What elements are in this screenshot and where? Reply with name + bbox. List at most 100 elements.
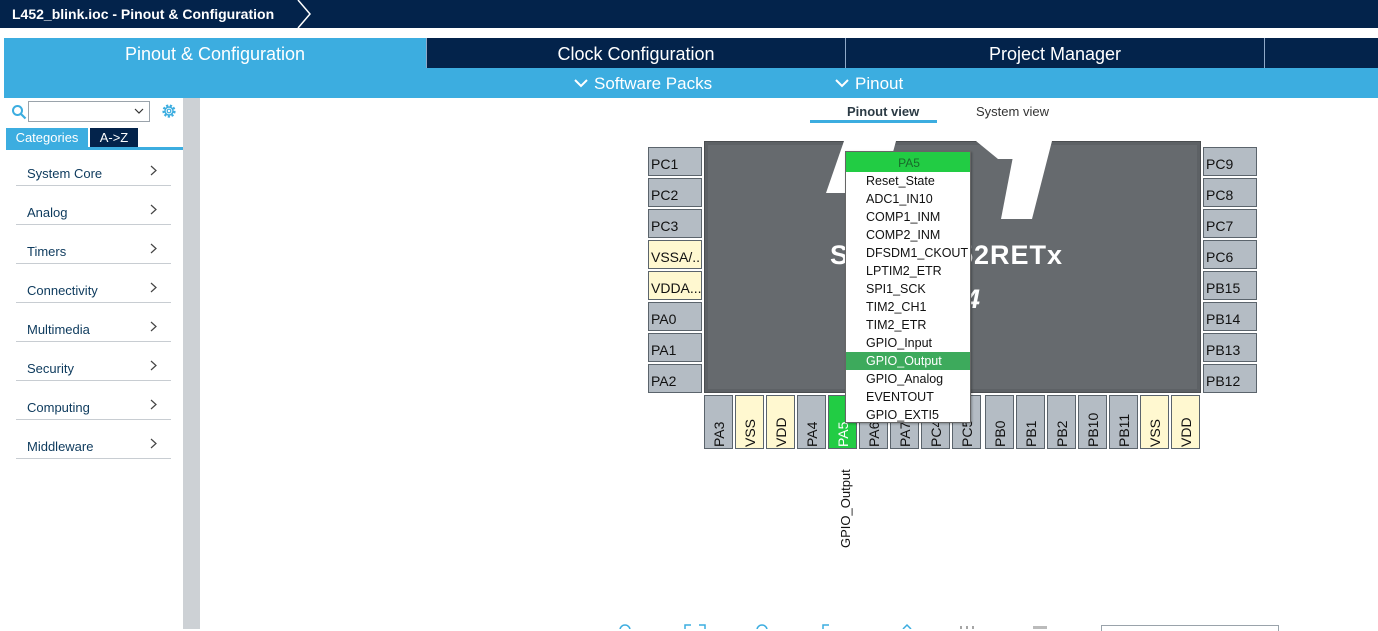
breadcrumb-chevron-icon bbox=[297, 0, 311, 28]
pin-label: VSS bbox=[1147, 418, 1163, 447]
tab-pinout-view[interactable]: Pinout view bbox=[847, 104, 919, 119]
tab-system-view[interactable]: System view bbox=[976, 104, 1049, 119]
pin-pc9[interactable]: PC9 bbox=[1203, 147, 1257, 176]
pin-pc3[interactable]: PC3 bbox=[648, 209, 702, 238]
pin-pa0[interactable]: PA0 bbox=[648, 302, 702, 331]
menu-header: PA5 bbox=[846, 152, 970, 172]
sub-toolbar: Software Packs Pinout bbox=[4, 68, 1378, 98]
category-multimedia[interactable]: Multimedia bbox=[16, 309, 171, 342]
zoom-in-icon[interactable] bbox=[619, 624, 631, 629]
fit-icon[interactable] bbox=[684, 624, 706, 629]
pin-vdd-2[interactable]: VDD bbox=[1171, 395, 1200, 449]
chevron-right-icon bbox=[150, 282, 157, 293]
menu-item-comp2-inm[interactable]: COMP2_INM bbox=[846, 226, 970, 244]
main-tabs: Pinout & Configuration Clock Configurati… bbox=[4, 38, 1378, 68]
software-packs-menu[interactable]: Software Packs bbox=[574, 68, 712, 98]
chevron-right-icon bbox=[150, 243, 157, 254]
gear-icon[interactable] bbox=[160, 102, 178, 120]
category-analog[interactable]: Analog bbox=[16, 192, 171, 225]
tab-pinout-configuration[interactable]: Pinout & Configuration bbox=[4, 38, 426, 68]
menu-item-lptim2-etr[interactable]: LPTIM2_ETR bbox=[846, 262, 970, 280]
pin-pa4[interactable]: PA4 bbox=[797, 395, 826, 449]
menu-item-tim2-etr[interactable]: TIM2_ETR bbox=[846, 316, 970, 334]
category-timers[interactable]: Timers bbox=[16, 231, 171, 264]
pin-pb12[interactable]: PB12 bbox=[1203, 364, 1257, 393]
pin-pb1[interactable]: PB1 bbox=[1016, 395, 1045, 449]
pin-pb0[interactable]: PB0 bbox=[985, 395, 1014, 449]
software-packs-label: Software Packs bbox=[594, 74, 713, 93]
pin-pb14[interactable]: PB14 bbox=[1203, 302, 1257, 331]
pin-label: PB2 bbox=[1054, 420, 1070, 447]
menu-item-gpio-output[interactable]: GPIO_Output bbox=[846, 352, 970, 370]
chip-part-suffix: 52RETx bbox=[958, 240, 1064, 270]
tab-clock-configuration[interactable]: Clock Configuration bbox=[427, 38, 845, 68]
category-label: Connectivity bbox=[27, 283, 98, 298]
menu-item-gpio-input[interactable]: GPIO_Input bbox=[846, 334, 970, 352]
pin-label: VDD bbox=[773, 417, 789, 447]
chevron-down-icon bbox=[574, 79, 588, 88]
category-label: System Core bbox=[27, 166, 103, 181]
pin-vss-2[interactable]: VSS bbox=[1140, 395, 1169, 449]
search-icon[interactable] bbox=[11, 104, 27, 120]
pin-pa3[interactable]: PA3 bbox=[704, 395, 733, 449]
tab-categories[interactable]: Categories bbox=[6, 128, 88, 147]
menu-item-tim2-ch1[interactable]: TIM2_CH1 bbox=[846, 298, 970, 316]
pin-pc8[interactable]: PC8 bbox=[1203, 178, 1257, 207]
pin-pb2[interactable]: PB2 bbox=[1047, 395, 1076, 449]
menu-item-gpio-analog[interactable]: GPIO_Analog bbox=[846, 370, 970, 388]
category-system-core[interactable]: System Core bbox=[16, 153, 171, 186]
chevron-down-icon bbox=[835, 79, 849, 88]
category-tabs: Categories A->Z bbox=[6, 128, 183, 150]
menu-item-dfsdm1-ckout[interactable]: DFSDM1_CKOUT bbox=[846, 244, 970, 262]
breadcrumb[interactable]: L452_blink.ioc - Pinout & Configuration bbox=[0, 0, 292, 28]
menu-item-adc1-in10[interactable]: ADC1_IN10 bbox=[846, 190, 970, 208]
pin-pb10[interactable]: PB10 bbox=[1078, 395, 1107, 449]
category-middleware[interactable]: Middleware bbox=[16, 426, 171, 459]
pin-pb15[interactable]: PB15 bbox=[1203, 271, 1257, 300]
pin-label: PB11 bbox=[1116, 413, 1132, 447]
pin-label: VSS bbox=[742, 418, 758, 447]
menu-item-spi1-sck[interactable]: SPI1_SCK bbox=[846, 280, 970, 298]
category-security[interactable]: Security bbox=[16, 348, 171, 381]
menu-item-reset-state[interactable]: Reset_State bbox=[846, 172, 970, 190]
pin-label: PA4 bbox=[804, 421, 820, 447]
pin-label: PB0 bbox=[992, 420, 1008, 447]
flip-icon[interactable] bbox=[902, 623, 912, 629]
zoom-out-icon[interactable] bbox=[756, 624, 768, 629]
category-computing[interactable]: Computing bbox=[16, 387, 171, 420]
pin-pc6[interactable]: PC6 bbox=[1203, 240, 1257, 269]
pin-vss[interactable]: VSS bbox=[735, 395, 764, 449]
category-label: Security bbox=[27, 361, 74, 376]
category-label: Analog bbox=[27, 205, 68, 220]
pin-signal-label: GPIO_Output bbox=[838, 469, 853, 548]
pin-pb13[interactable]: PB13 bbox=[1203, 333, 1257, 362]
pin-pc7[interactable]: PC7 bbox=[1203, 209, 1257, 238]
tab-project-manager[interactable]: Project Manager bbox=[846, 38, 1264, 68]
pin-pb11[interactable]: PB11 bbox=[1109, 395, 1138, 449]
chevron-right-icon bbox=[150, 399, 157, 410]
pin-search-input[interactable] bbox=[1101, 625, 1279, 631]
pin-pc2[interactable]: PC2 bbox=[648, 178, 702, 207]
breadcrumb-bar: L452_blink.ioc - Pinout & Configuration bbox=[0, 0, 1378, 28]
menu-item-gpio-exti5[interactable]: GPIO_EXTI5 bbox=[846, 406, 970, 422]
category-label: Timers bbox=[27, 244, 67, 259]
category-connectivity[interactable]: Connectivity bbox=[16, 270, 171, 303]
rotate-icon[interactable] bbox=[822, 624, 829, 629]
pin-vssa[interactable]: VSSA/... bbox=[648, 240, 702, 269]
menu-item-comp1-inm[interactable]: COMP1_INM bbox=[846, 208, 970, 226]
category-label: Computing bbox=[27, 400, 90, 415]
pin-pa1[interactable]: PA1 bbox=[648, 333, 702, 362]
pin-vdda[interactable]: VDDA... bbox=[648, 271, 702, 300]
search-input[interactable] bbox=[28, 101, 150, 122]
tab-a-to-z[interactable]: A->Z bbox=[90, 128, 138, 147]
pinout-menu[interactable]: Pinout bbox=[835, 68, 903, 98]
pin-pa2[interactable]: PA2 bbox=[648, 364, 702, 393]
pin-label: PB1 bbox=[1023, 420, 1039, 447]
pin-function-menu: PA5 Reset_State ADC1_IN10 COMP1_INM COMP… bbox=[845, 151, 971, 423]
panel-splitter[interactable] bbox=[183, 98, 200, 629]
pin-vdd[interactable]: VDD bbox=[766, 395, 795, 449]
pin-pc1[interactable]: PC1 bbox=[648, 147, 702, 176]
menu-item-eventout[interactable]: EVENTOUT bbox=[846, 388, 970, 406]
category-label: Middleware bbox=[27, 439, 94, 454]
pin-label: VDD bbox=[1178, 417, 1194, 447]
